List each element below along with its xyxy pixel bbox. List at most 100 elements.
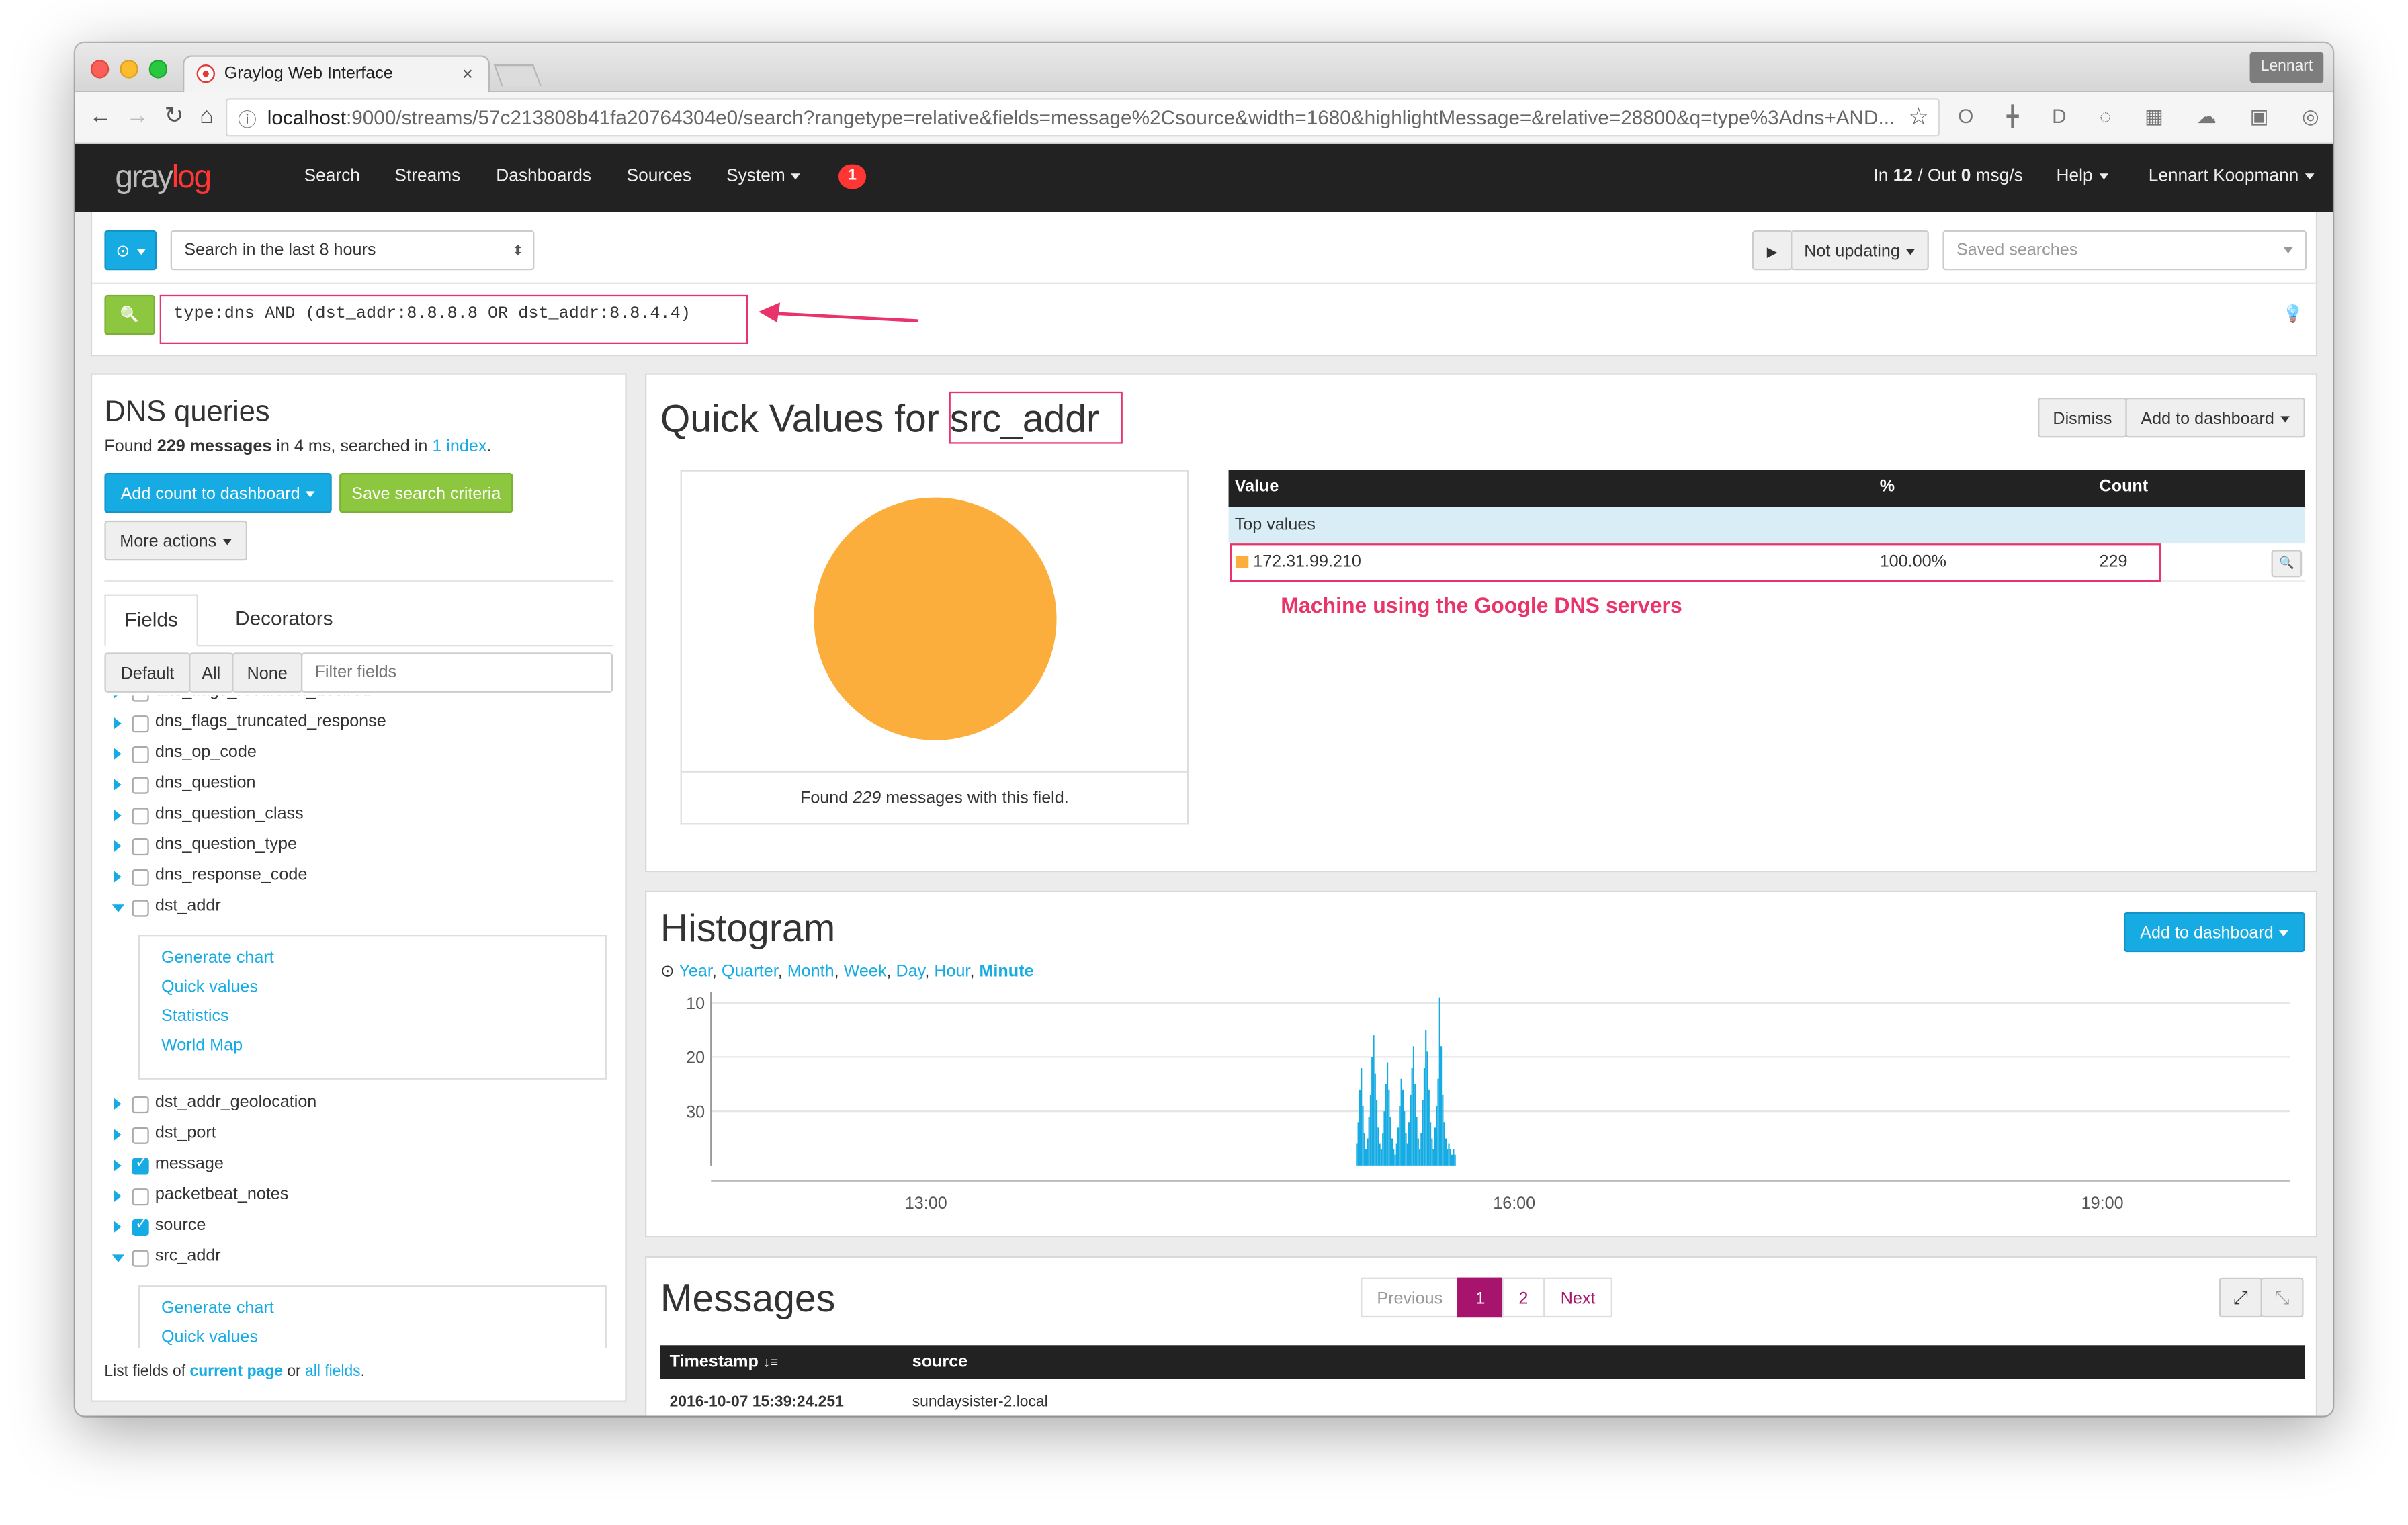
nav-help[interactable]: Help (2057, 167, 2108, 186)
play-button[interactable]: ▶ (1752, 230, 1793, 271)
field-item-dns-op-code[interactable]: dns_op_code (104, 740, 611, 771)
pager-page-2[interactable]: 2 (1502, 1277, 1545, 1318)
add-count-to-dashboard-button[interactable]: Add count to dashboard (104, 472, 332, 513)
caret-right-icon[interactable] (114, 1098, 122, 1110)
bookmark-star-icon[interactable]: ☆ (1908, 103, 1929, 130)
table-row[interactable]: 2016-10-07 15:39:24.251 sundaysister-2.l… (660, 1379, 2305, 1416)
field-item-source[interactable]: source (104, 1213, 611, 1244)
sort-icon[interactable]: ↓≡ (763, 1354, 778, 1370)
filter-fields-input[interactable] (300, 652, 613, 693)
field-item-dns-flags-recursion-desired[interactable]: dns_flags_recursion_desired (104, 695, 611, 709)
resolution-hour[interactable]: Hour (934, 963, 970, 981)
caret-right-icon[interactable] (114, 695, 122, 699)
more-actions-button[interactable]: More actions (104, 520, 247, 561)
filter-none-button[interactable]: None (232, 652, 303, 693)
field-item-dns-question[interactable]: dns_question (104, 771, 611, 801)
field-item-dst-addr-geolocation[interactable]: dst_addr_geolocation (104, 1090, 611, 1121)
field-item-message[interactable]: message (104, 1151, 611, 1182)
caret-right-icon[interactable] (114, 1128, 122, 1141)
nav-system[interactable]: System (726, 167, 801, 186)
time-range-select[interactable]: Search in the last 8 hours ⬍ (170, 230, 535, 271)
nav-user-menu[interactable]: Lennart Koopmann (2149, 167, 2315, 186)
field-checkbox[interactable] (132, 1250, 149, 1267)
search-submit-button[interactable]: 🔍 (104, 294, 155, 335)
close-window-button[interactable] (90, 60, 110, 79)
field-checkbox[interactable] (132, 1216, 149, 1236)
home-icon[interactable]: ⌂ (200, 103, 214, 129)
add-to-dashboard-button[interactable]: Add to dashboard (2125, 397, 2305, 438)
notification-badge[interactable]: 1 (838, 164, 867, 189)
index-link[interactable]: 1 index (432, 437, 486, 455)
field-item-dns-flags-truncated-response[interactable]: dns_flags_truncated_response (104, 709, 611, 740)
address-bar[interactable]: ⓘ localhost:9000/streams/57c213808b41fa2… (225, 98, 1940, 137)
caret-down-icon[interactable] (112, 1254, 125, 1262)
resolution-month[interactable]: Month (787, 963, 834, 981)
field-checkbox[interactable] (132, 900, 149, 917)
pager-next[interactable]: Next (1543, 1277, 1612, 1318)
field-item-dns-question-type[interactable]: dns_question_type (104, 832, 611, 863)
caret-right-icon[interactable] (114, 748, 122, 760)
saved-searches-select[interactable]: Saved searches (1942, 230, 2307, 271)
field-checkbox[interactable] (132, 1096, 149, 1114)
new-tab-button[interactable] (493, 64, 542, 86)
tab-close-icon[interactable]: × (462, 63, 473, 85)
caret-right-icon[interactable] (114, 778, 122, 791)
field-action-generate-chart[interactable]: Generate chart (161, 949, 274, 967)
expand-button[interactable]: ⤢ (2219, 1277, 2262, 1318)
field-item-dst-port[interactable]: dst_port (104, 1121, 611, 1152)
nav-dashboards[interactable]: Dashboards (496, 167, 591, 185)
refresh-interval-button[interactable]: Not updating (1791, 230, 1929, 271)
field-item-dns-response-code[interactable]: dns_response_code (104, 863, 611, 894)
histogram-add-to-dashboard-button[interactable]: Add to dashboard (2124, 912, 2305, 953)
field-action-quick-values[interactable]: Quick values (161, 1328, 258, 1346)
forward-icon[interactable]: → (126, 103, 148, 129)
field-action-statistics[interactable]: Statistics (161, 1007, 229, 1025)
caret-right-icon[interactable] (114, 1159, 122, 1172)
field-item-dns-question-class[interactable]: dns_question_class (104, 801, 611, 832)
resolution-quarter[interactable]: Quarter (722, 963, 778, 981)
all-fields-link[interactable]: all fields (305, 1364, 361, 1381)
field-checkbox[interactable] (132, 777, 149, 794)
caret-right-icon[interactable] (114, 1190, 122, 1203)
maximize-window-button[interactable] (148, 60, 168, 79)
pager-previous[interactable]: Previous (1361, 1277, 1459, 1318)
resolution-week[interactable]: Week (844, 963, 887, 981)
caret-right-icon[interactable] (114, 1221, 122, 1233)
throughput-indicator[interactable]: In 12 / Out 0 msg/s (1874, 167, 2023, 185)
field-checkbox[interactable] (132, 869, 149, 886)
resolution-day[interactable]: Day (896, 963, 924, 981)
query-help-bulb-icon[interactable]: 💡 (2282, 304, 2303, 324)
field-action-generate-chart[interactable]: Generate chart (161, 1299, 274, 1317)
col-timestamp[interactable]: Timestamp ↓≡ (670, 1353, 779, 1371)
field-item-dst-addr[interactable]: dst_addr (104, 894, 611, 924)
field-checkbox[interactable] (132, 715, 149, 733)
field-checkbox[interactable] (132, 838, 149, 856)
browser-tab[interactable]: Graylog Web Interface × (182, 55, 490, 94)
nav-streams[interactable]: Streams (394, 167, 460, 185)
extension-icons[interactable]: O ╋ D ◌ ▦ ☁ ▣ ◎ ▭ ⋮ (1958, 104, 2333, 129)
tab-decorators[interactable]: Decorators (215, 595, 353, 647)
filter-default-button[interactable]: Default (104, 652, 191, 693)
resolution-minute[interactable]: Minute (979, 963, 1033, 981)
caret-right-icon[interactable] (114, 870, 122, 883)
time-range-type-button[interactable]: ⊙ (104, 230, 157, 271)
field-checkbox[interactable] (132, 1188, 149, 1206)
field-checkbox[interactable] (132, 695, 149, 702)
minimize-window-button[interactable] (120, 60, 138, 79)
filter-all-button[interactable]: All (189, 652, 234, 693)
nav-search[interactable]: Search (304, 167, 360, 185)
resolution-year[interactable]: Year (679, 963, 712, 981)
field-checkbox[interactable] (132, 746, 149, 763)
pager-page-1[interactable]: 1 (1457, 1277, 1504, 1318)
col-source[interactable]: source (912, 1353, 968, 1371)
current-page-link[interactable]: current page (189, 1364, 282, 1381)
info-icon[interactable]: ⓘ (238, 106, 256, 132)
caret-down-icon[interactable] (112, 904, 125, 912)
zoom-button[interactable]: 🔍 (2271, 550, 2303, 578)
save-search-criteria-button[interactable]: Save search criteria (339, 472, 513, 513)
field-action-quick-values[interactable]: Quick values (161, 978, 258, 996)
field-item-src-addr[interactable]: src_addr (104, 1244, 611, 1274)
collapse-button[interactable]: ⤡ (2260, 1277, 2304, 1318)
dismiss-button[interactable]: Dismiss (2038, 397, 2127, 438)
profile-chip[interactable]: Lennart (2249, 52, 2324, 83)
